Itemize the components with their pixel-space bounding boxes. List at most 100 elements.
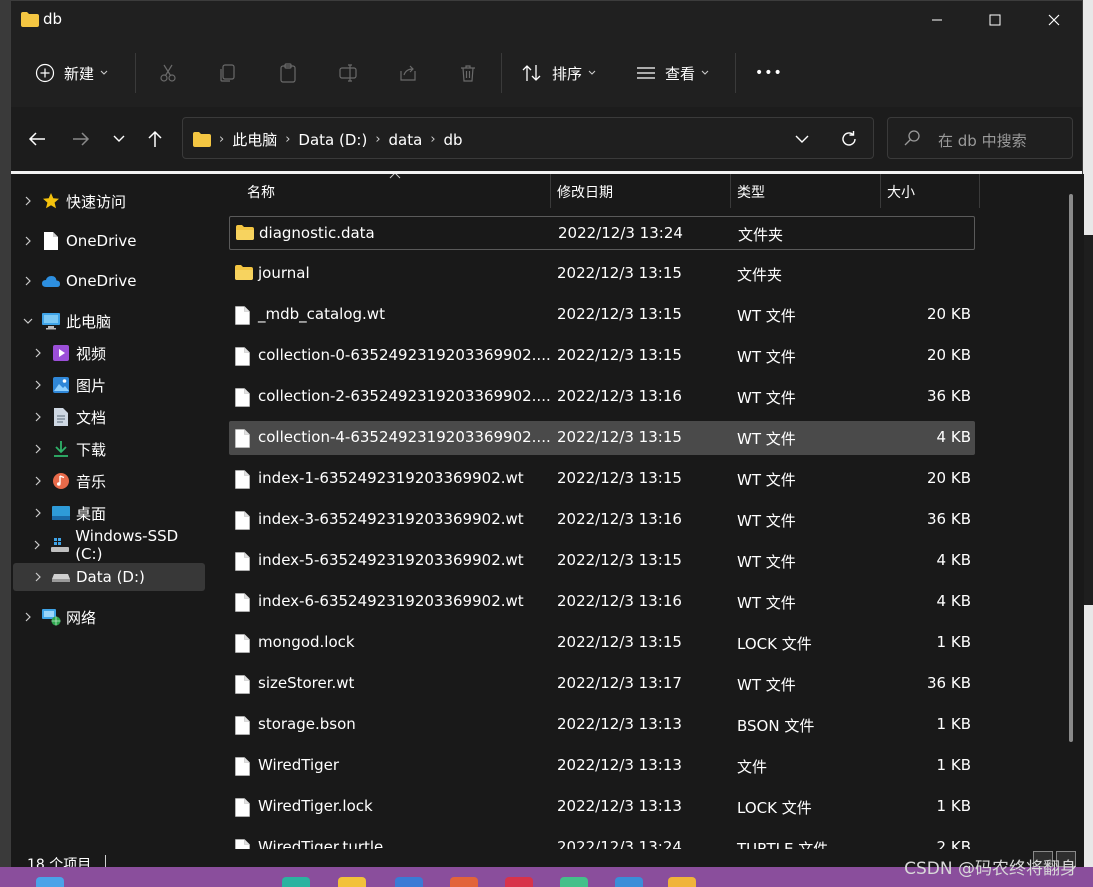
- file-row[interactable]: index-5-6352492319203369902.wt 2022/12/3 …: [229, 544, 975, 578]
- cut-button[interactable]: [158, 55, 178, 91]
- chevron-right-icon[interactable]: [31, 540, 45, 550]
- taskbar-app-icon[interactable]: [282, 877, 310, 887]
- sidebar-item-label: 文档: [76, 408, 107, 427]
- address-dropdown-icon[interactable]: [795, 135, 809, 144]
- column-divider[interactable]: [880, 174, 881, 208]
- sidebar-item[interactable]: 音乐: [11, 467, 207, 495]
- view-button[interactable]: 查看: [636, 55, 709, 91]
- file-row[interactable]: WiredTiger.lock 2022/12/3 13:13 LOCK 文件 1 K…: [229, 790, 975, 824]
- breadcrumb-data[interactable]: data: [389, 131, 423, 149]
- file-row[interactable]: collection-2-6352492319203369902.... 2022…: [229, 380, 975, 414]
- chevron-right-icon[interactable]: [31, 348, 45, 358]
- chevron-right-icon[interactable]: [31, 508, 45, 518]
- rename-button[interactable]: [338, 55, 358, 91]
- sidebar-item[interactable]: 网络: [11, 603, 207, 631]
- file-row[interactable]: storage.bson 2022/12/3 13:13 BSON 文件 1 KB: [229, 708, 975, 742]
- sidebar-item[interactable]: Windows-SSD (C:): [11, 527, 207, 563]
- taskbar-app-icon[interactable]: [395, 877, 423, 887]
- back-button[interactable]: [23, 125, 51, 153]
- forward-button[interactable]: [67, 125, 95, 153]
- taskbar-app-icon[interactable]: [560, 877, 588, 887]
- recent-locations-button[interactable]: [105, 125, 133, 153]
- file-row[interactable]: index-3-6352492319203369902.wt 2022/12/3 …: [229, 503, 975, 537]
- maximize-button[interactable]: [965, 1, 1025, 39]
- file-name: storage.bson: [258, 715, 356, 733]
- chevron-right-icon[interactable]: [21, 612, 35, 622]
- column-type[interactable]: 类型: [737, 182, 765, 202]
- sidebar-item[interactable]: Data (D:): [13, 563, 205, 591]
- file-size: 4 KB: [936, 551, 971, 569]
- refresh-icon[interactable]: [840, 130, 858, 148]
- column-size[interactable]: 大小: [887, 182, 915, 202]
- file-icon: [235, 593, 253, 612]
- folder-icon: [236, 225, 254, 243]
- file-row[interactable]: collection-4-6352492319203369902.... 2022…: [229, 421, 975, 455]
- up-button[interactable]: [141, 125, 169, 153]
- sidebar-item[interactable]: 快速访问: [11, 187, 207, 215]
- chevron-right-icon[interactable]: [21, 276, 35, 286]
- column-date[interactable]: 修改日期: [557, 182, 613, 202]
- file-name: collection-4-6352492319203369902....: [258, 428, 551, 446]
- new-button[interactable]: 新建: [35, 55, 108, 91]
- delete-button[interactable]: [458, 55, 478, 91]
- address-box[interactable]: › 此电脑 › Data (D:) › data › db: [182, 117, 874, 159]
- minimize-button[interactable]: [907, 1, 967, 39]
- search-placeholder: 在 db 中搜索: [938, 132, 1027, 150]
- file-row[interactable]: WiredTiger 2022/12/3 13:13 文件 1 KB: [229, 749, 975, 783]
- start-icon[interactable]: [36, 877, 64, 887]
- chevron-right-icon[interactable]: [21, 236, 35, 246]
- chevron-right-icon[interactable]: [31, 572, 45, 582]
- toolbar-divider: [735, 53, 736, 93]
- chevron-down-icon[interactable]: [21, 318, 35, 325]
- sidebar-item[interactable]: 视频: [11, 339, 207, 367]
- vertical-scrollbar[interactable]: [1069, 194, 1073, 742]
- taskbar-app-icon[interactable]: [615, 877, 643, 887]
- folder-row[interactable]: journal 2022/12/3 13:15 文件夹: [229, 257, 975, 291]
- taskbar-app-icon[interactable]: [450, 877, 478, 887]
- column-divider[interactable]: [550, 174, 551, 208]
- file-icon: [235, 388, 253, 407]
- chevron-right-icon[interactable]: [31, 476, 45, 486]
- sidebar-item[interactable]: 下载: [11, 435, 207, 463]
- chevron-right-icon[interactable]: [31, 444, 45, 454]
- file-row[interactable]: _mdb_catalog.wt 2022/12/3 13:15 WT 文件 20 KB: [229, 298, 975, 332]
- chevron-right-icon[interactable]: [31, 412, 45, 422]
- file-row[interactable]: index-1-6352492319203369902.wt 2022/12/3 …: [229, 462, 975, 496]
- title-bar[interactable]: db: [11, 1, 1082, 39]
- sort-button[interactable]: 排序: [521, 55, 596, 91]
- search-input[interactable]: 在 db 中搜索: [887, 117, 1073, 159]
- taskbar-app-icon[interactable]: [668, 877, 696, 887]
- chevron-right-icon[interactable]: [21, 196, 35, 206]
- column-divider[interactable]: [730, 174, 731, 208]
- file-name: sizeStorer.wt: [258, 674, 355, 692]
- chevron-right-icon[interactable]: [31, 380, 45, 390]
- share-button[interactable]: [398, 55, 418, 91]
- more-options-button[interactable]: •••: [755, 55, 783, 91]
- file-row[interactable]: collection-0-6352492319203369902.... 2022…: [229, 339, 975, 373]
- file-row[interactable]: mongod.lock 2022/12/3 13:15 LOCK 文件 1 KB: [229, 626, 975, 660]
- column-name[interactable]: 名称: [247, 182, 275, 202]
- taskbar-app-icon[interactable]: [505, 877, 533, 887]
- taskbar-app-icon[interactable]: [338, 877, 366, 887]
- sidebar-item[interactable]: 此电脑: [11, 307, 207, 335]
- breadcrumb-drive[interactable]: Data (D:): [298, 131, 367, 149]
- sidebar-item[interactable]: 图片: [11, 371, 207, 399]
- sidebar-item[interactable]: OneDrive: [11, 267, 207, 295]
- column-divider[interactable]: [979, 174, 980, 208]
- breadcrumb-this-pc[interactable]: 此电脑: [232, 129, 277, 150]
- close-button[interactable]: [1024, 1, 1084, 39]
- file-type: BSON 文件: [737, 717, 815, 735]
- file-row[interactable]: index-6-6352492319203369902.wt 2022/12/3 …: [229, 585, 975, 619]
- monitor-icon: [41, 311, 61, 331]
- paste-button[interactable]: [278, 55, 298, 91]
- folder-row[interactable]: diagnostic.data 2022/12/3 13:24 文件夹: [229, 216, 975, 250]
- sidebar-item[interactable]: 桌面: [11, 499, 207, 527]
- sidebar-item[interactable]: OneDrive: [11, 227, 207, 255]
- window-title: db: [43, 10, 63, 28]
- file-icon: [235, 634, 253, 653]
- breadcrumb-db[interactable]: db: [444, 131, 463, 149]
- sidebar-item[interactable]: 文档: [11, 403, 207, 431]
- file-row[interactable]: sizeStorer.wt 2022/12/3 13:17 WT 文件 36 KB: [229, 667, 975, 701]
- copy-button[interactable]: [218, 55, 238, 91]
- folder-icon: [235, 265, 253, 283]
